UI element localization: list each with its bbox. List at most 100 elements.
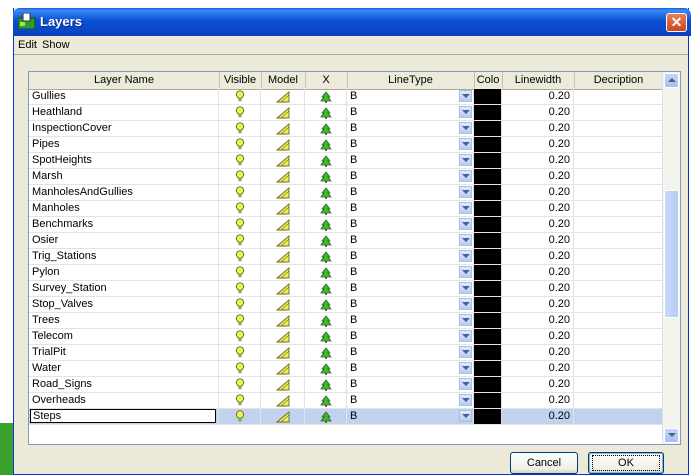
visible-toggle[interactable] bbox=[219, 217, 261, 232]
layer-name-input[interactable]: Steps bbox=[30, 409, 216, 423]
chevron-down-icon[interactable] bbox=[459, 330, 472, 342]
menu-edit[interactable]: Edit bbox=[18, 39, 37, 51]
model-toggle[interactable] bbox=[261, 233, 305, 248]
layer-color-swatch[interactable] bbox=[474, 105, 502, 120]
x-toggle[interactable] bbox=[305, 201, 347, 216]
linetype-select[interactable]: B bbox=[347, 169, 474, 184]
col-linetype[interactable]: LineType bbox=[347, 72, 475, 88]
layer-row[interactable]: Telecom B 0.20 bbox=[29, 329, 663, 345]
x-toggle[interactable] bbox=[305, 345, 347, 360]
layer-row[interactable]: Road_Signs B 0.20 bbox=[29, 377, 663, 393]
layer-row[interactable]: Overheads B 0.20 bbox=[29, 393, 663, 409]
description-cell[interactable] bbox=[574, 377, 663, 392]
chevron-down-icon[interactable] bbox=[459, 346, 472, 358]
linetype-select[interactable]: B bbox=[347, 361, 474, 376]
x-toggle[interactable] bbox=[305, 105, 347, 120]
visible-toggle[interactable] bbox=[219, 377, 261, 392]
layer-row[interactable]: Osier B 0.20 bbox=[29, 233, 663, 249]
visible-toggle[interactable] bbox=[219, 393, 261, 408]
layer-color-swatch[interactable] bbox=[474, 121, 502, 136]
x-toggle[interactable] bbox=[305, 137, 347, 152]
layer-name-cell[interactable]: Pylon bbox=[29, 265, 219, 280]
linetype-select[interactable]: B bbox=[347, 345, 474, 360]
description-cell[interactable] bbox=[574, 329, 663, 344]
visible-toggle[interactable] bbox=[219, 313, 261, 328]
layer-name-cell[interactable]: InspectionCover bbox=[29, 121, 219, 136]
description-cell[interactable] bbox=[574, 265, 663, 280]
description-cell[interactable] bbox=[574, 201, 663, 216]
visible-toggle[interactable] bbox=[219, 329, 261, 344]
linewidth-cell[interactable]: 0.20 bbox=[502, 233, 574, 248]
col-linewidth[interactable]: Linewidth bbox=[502, 72, 575, 88]
chevron-down-icon[interactable] bbox=[459, 298, 472, 310]
visible-toggle[interactable] bbox=[219, 153, 261, 168]
description-cell[interactable] bbox=[574, 409, 663, 424]
layer-name-cell[interactable]: Steps bbox=[29, 409, 219, 424]
chevron-down-icon[interactable] bbox=[459, 378, 472, 390]
linewidth-cell[interactable]: 0.20 bbox=[502, 169, 574, 184]
description-cell[interactable] bbox=[574, 345, 663, 360]
layer-row[interactable]: Gullies B 0.20 bbox=[29, 89, 663, 105]
description-cell[interactable] bbox=[574, 89, 663, 104]
layer-row[interactable]: Marsh B 0.20 bbox=[29, 169, 663, 185]
layer-color-swatch[interactable] bbox=[474, 89, 502, 104]
linetype-select[interactable]: B bbox=[347, 265, 474, 280]
linewidth-cell[interactable]: 0.20 bbox=[502, 265, 574, 280]
x-toggle[interactable] bbox=[305, 361, 347, 376]
model-toggle[interactable] bbox=[261, 121, 305, 136]
layer-row[interactable]: TrialPit B 0.20 bbox=[29, 345, 663, 361]
col-visible[interactable]: Visible bbox=[219, 72, 262, 88]
layers-grid[interactable]: Layer Name Visible Model X LineType Colo… bbox=[28, 71, 681, 445]
linetype-select[interactable]: B bbox=[347, 281, 474, 296]
visible-toggle[interactable] bbox=[219, 233, 261, 248]
model-toggle[interactable] bbox=[261, 313, 305, 328]
linetype-select[interactable]: B bbox=[347, 89, 474, 104]
model-toggle[interactable] bbox=[261, 137, 305, 152]
close-button[interactable]: ✕ bbox=[666, 13, 687, 32]
visible-toggle[interactable] bbox=[219, 137, 261, 152]
layer-color-swatch[interactable] bbox=[474, 345, 502, 360]
visible-toggle[interactable] bbox=[219, 169, 261, 184]
chevron-down-icon[interactable] bbox=[459, 250, 472, 262]
model-toggle[interactable] bbox=[261, 265, 305, 280]
linewidth-cell[interactable]: 0.20 bbox=[502, 393, 574, 408]
model-toggle[interactable] bbox=[261, 297, 305, 312]
layer-color-swatch[interactable] bbox=[474, 249, 502, 264]
x-toggle[interactable] bbox=[305, 169, 347, 184]
model-toggle[interactable] bbox=[261, 201, 305, 216]
chevron-down-icon[interactable] bbox=[459, 314, 472, 326]
layer-name-cell[interactable]: Trees bbox=[29, 313, 219, 328]
linetype-select[interactable]: B bbox=[347, 393, 474, 408]
model-toggle[interactable] bbox=[261, 409, 305, 424]
chevron-down-icon[interactable] bbox=[459, 218, 472, 230]
description-cell[interactable] bbox=[574, 233, 663, 248]
layer-name-cell[interactable]: ManholesAndGullies bbox=[29, 185, 219, 200]
layer-row[interactable]: Heathland B 0.20 bbox=[29, 105, 663, 121]
layer-row[interactable]: Pipes B 0.20 bbox=[29, 137, 663, 153]
visible-toggle[interactable] bbox=[219, 249, 261, 264]
linetype-select[interactable]: B bbox=[347, 409, 474, 424]
layer-name-cell[interactable]: Water bbox=[29, 361, 219, 376]
model-toggle[interactable] bbox=[261, 361, 305, 376]
description-cell[interactable] bbox=[574, 121, 663, 136]
linetype-select[interactable]: B bbox=[347, 249, 474, 264]
x-toggle[interactable] bbox=[305, 217, 347, 232]
description-cell[interactable] bbox=[574, 137, 663, 152]
layer-name-cell[interactable]: Telecom bbox=[29, 329, 219, 344]
linewidth-cell[interactable]: 0.20 bbox=[502, 217, 574, 232]
model-toggle[interactable] bbox=[261, 377, 305, 392]
linewidth-cell[interactable]: 0.20 bbox=[502, 345, 574, 360]
model-toggle[interactable] bbox=[261, 345, 305, 360]
linetype-select[interactable]: B bbox=[347, 233, 474, 248]
visible-toggle[interactable] bbox=[219, 201, 261, 216]
layer-name-cell[interactable]: Heathland bbox=[29, 105, 219, 120]
model-toggle[interactable] bbox=[261, 153, 305, 168]
visible-toggle[interactable] bbox=[219, 185, 261, 200]
linetype-select[interactable]: B bbox=[347, 153, 474, 168]
layer-row[interactable]: ManholesAndGullies B 0.20 bbox=[29, 185, 663, 201]
layer-color-swatch[interactable] bbox=[474, 409, 502, 424]
layer-color-swatch[interactable] bbox=[474, 201, 502, 216]
layer-name-cell[interactable]: TrialPit bbox=[29, 345, 219, 360]
linetype-select[interactable]: B bbox=[347, 105, 474, 120]
col-description[interactable]: Decription bbox=[574, 72, 663, 88]
